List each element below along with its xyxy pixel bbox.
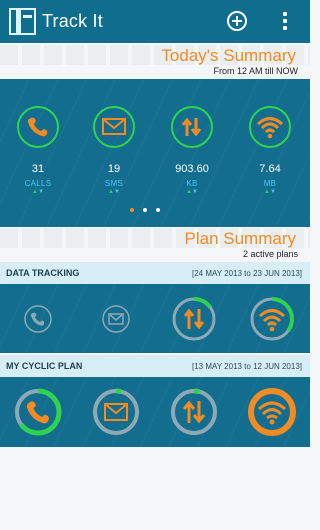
message-icon xyxy=(102,304,130,333)
updown-icon: ▲▼ xyxy=(264,189,276,195)
data-transfer-icon xyxy=(170,388,218,436)
wifi-icon xyxy=(249,106,291,148)
empty-area xyxy=(0,447,310,530)
page-dot[interactable] xyxy=(156,208,160,212)
today-summary-title: Today's Summary xyxy=(161,46,296,65)
sms-label: SMS xyxy=(104,179,124,188)
app-bar: Track It xyxy=(0,0,310,43)
plan-dates: [24 MAY 2013 to 23 JUN 2013] xyxy=(192,268,302,278)
overflow-menu-button[interactable] xyxy=(282,12,288,32)
phone-icon xyxy=(24,304,52,333)
data-transfer-icon xyxy=(171,106,213,148)
plan-name: DATA TRACKING xyxy=(6,268,80,278)
today-summary-panel[interactable]: 31 CALLS ▲▼ 19 SMS ▲▼ 903.60 KB ▲▼ 7.64 … xyxy=(0,79,310,227)
message-icon xyxy=(93,106,135,148)
plan-row-my-cyclic-plan[interactable] xyxy=(0,377,310,447)
data-transfer-icon xyxy=(172,296,216,341)
phone-icon xyxy=(14,388,62,436)
wifi-icon xyxy=(250,296,294,341)
plan-name: MY CYCLIC PLAN xyxy=(6,361,83,371)
wifi-icon xyxy=(248,388,296,436)
page-dot[interactable] xyxy=(143,208,147,212)
mb-label: MB xyxy=(263,179,277,188)
updown-icon: ▲▼ xyxy=(108,189,120,195)
message-icon xyxy=(92,388,140,436)
sms-value: 19 xyxy=(107,163,121,175)
page-indicator[interactable] xyxy=(130,208,160,212)
updown-icon: ▲▼ xyxy=(32,189,44,195)
plan-dates: [13 MAY 2013 to 12 JUN 2013] xyxy=(192,361,302,371)
stat-data-kb[interactable]: 903.60 KB ▲▼ xyxy=(164,106,220,195)
page-dot[interactable] xyxy=(130,208,134,212)
stat-calls[interactable]: 31 CALLS ▲▼ xyxy=(10,106,66,195)
calls-label: CALLS xyxy=(24,179,52,188)
updown-icon: ▲▼ xyxy=(186,189,198,195)
kb-label: KB xyxy=(186,179,198,188)
stat-sms[interactable]: 19 SMS ▲▼ xyxy=(86,106,142,195)
today-summary-subtitle: From 12 AM till NOW xyxy=(213,66,298,76)
plan-summary-subtitle: 2 active plans xyxy=(242,249,298,259)
phone-icon xyxy=(17,106,59,148)
calls-value: 31 xyxy=(31,163,45,175)
app-logo-icon xyxy=(9,8,36,35)
mb-value: 7.64 xyxy=(259,163,281,175)
app-title: Track It xyxy=(42,11,103,31)
add-button[interactable] xyxy=(227,11,247,31)
plan-row-data-tracking[interactable] xyxy=(0,284,310,353)
plan-header-my-cyclic-plan[interactable]: MY CYCLIC PLAN [13 MAY 2013 to 12 JUN 20… xyxy=(0,355,310,377)
stat-wifi-mb[interactable]: 7.64 MB ▲▼ xyxy=(242,106,298,195)
kb-value: 903.60 xyxy=(175,163,209,175)
plan-header-data-tracking[interactable]: DATA TRACKING [24 MAY 2013 to 23 JUN 201… xyxy=(0,262,310,284)
plan-summary-title: Plan Summary xyxy=(184,229,296,248)
